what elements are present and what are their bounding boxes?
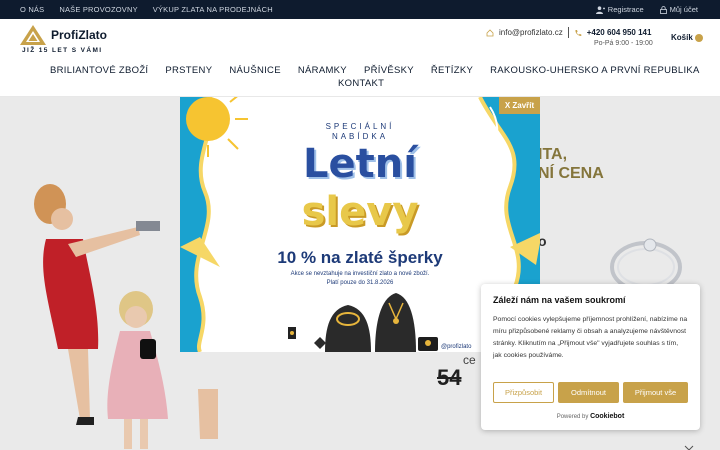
close-popup-button[interactable]: X Zavřít <box>499 97 540 114</box>
brand-name: ProfiZlato <box>51 28 107 42</box>
popup-note: Akce se nevztahuje na investiční zlato a… <box>290 271 430 277</box>
contact-info: info@profizlato.cz +420 604 950 141 <box>486 27 651 38</box>
nav-item-earrings[interactable]: NÁUŠNICE <box>229 65 281 76</box>
nav-item-rings[interactable]: PRSTENY <box>165 65 212 76</box>
nav-item-diamond-goods[interactable]: BRILIANTOVÉ ZBOŽÍ <box>50 65 148 76</box>
cart-button[interactable]: Košík <box>671 33 703 42</box>
nav-row: BRILIANTOVÉ ZBOŽÍ PRSTENY NÁUŠNICE NÁRAM… <box>50 65 700 76</box>
cookie-consent-dialog: Záleží nám na vašem soukromí Pomocí cook… <box>481 284 700 430</box>
lock-icon <box>659 5 667 14</box>
top-link-stores[interactable]: NAŠE PROVOZOVNY <box>59 5 137 14</box>
cookie-customize-button[interactable]: Přizpůsobit <box>493 382 554 403</box>
cookie-text: Pomocí cookies vylepšujeme příjemnost pr… <box>493 316 688 359</box>
home-icon <box>486 28 494 36</box>
main-navigation: BRILIANTOVÉ ZBOŽÍ PRSTENY NÁUŠNICE NÁRAM… <box>0 61 720 97</box>
popup-offer: 10 % na zlaté šperky <box>277 248 443 267</box>
nav-item-contact[interactable]: KONTAKT <box>338 78 384 89</box>
top-links: O NÁS NAŠE PROVOZOVNY VÝKUP ZLATA NA PRO… <box>20 0 273 19</box>
popup-subtitle-line1: SPECIÁLNÍ <box>325 122 395 131</box>
powered-by-label: Powered by <box>556 414 589 420</box>
top-bar: O NÁS NAŠE PROVOZOVNY VÝKUP ZLATA NA PRO… <box>0 0 720 19</box>
popup-title-line1: Letní <box>303 141 417 187</box>
opening-hours: Po-Pá 9:00 - 19:00 <box>594 40 653 47</box>
my-account-label: Můj účet <box>669 5 698 14</box>
cart-badge <box>694 33 703 42</box>
phone-link[interactable]: +420 604 950 141 <box>587 28 652 37</box>
logo-triangle-icon <box>20 25 46 45</box>
popup-instagram-handle: @profizlato <box>441 344 472 350</box>
nav-item-chains[interactable]: ŘETÍZKY <box>431 65 473 76</box>
popup-subtitle-line2: NABÍDKA <box>331 132 389 141</box>
brand-tagline: JIŽ 15 LET S VÁMI <box>22 47 103 54</box>
cookie-title: Záleží nám na vašem soukromí <box>493 295 626 305</box>
brand-logo[interactable]: ProfiZlato JIŽ 15 LET S VÁMI <box>20 23 130 57</box>
nav-item-pendants[interactable]: PŘÍVĚSKY <box>364 65 414 76</box>
cookiebot-credit[interactable]: Powered by Cookiebot <box>481 413 700 420</box>
site-header: ProfiZlato JIŽ 15 LET S VÁMI info@profiz… <box>0 19 720 61</box>
cookie-accept-all-button[interactable]: Přijmout vše <box>623 382 688 403</box>
top-link-about[interactable]: O NÁS <box>20 5 44 14</box>
account-links: Registrace Můj účet <box>595 0 698 19</box>
contact-divider <box>567 27 569 38</box>
phone-icon <box>575 29 582 36</box>
cookie-deny-button[interactable]: Odmítnout <box>558 382 619 403</box>
nav-item-bracelets[interactable]: NÁRAMKY <box>298 65 347 76</box>
register-link[interactable]: Registrace <box>595 5 644 14</box>
my-account-link[interactable]: Můj účet <box>659 5 698 14</box>
register-label: Registrace <box>607 5 644 14</box>
cart-label: Košík <box>671 33 693 42</box>
top-link-gold-buyout[interactable]: VÝKUP ZLATA NA PRODEJNÁCH <box>153 5 273 14</box>
nav-item-austria-hungary[interactable]: RAKOUSKO-UHERSKO A PRVNÍ REPUBLIKA <box>490 65 700 76</box>
cookiebot-logo: Cookiebot <box>590 413 625 420</box>
popup-title-line2: slevy <box>301 189 419 235</box>
add-user-icon <box>595 5 605 14</box>
email-link[interactable]: info@profizlato.cz <box>499 28 563 37</box>
